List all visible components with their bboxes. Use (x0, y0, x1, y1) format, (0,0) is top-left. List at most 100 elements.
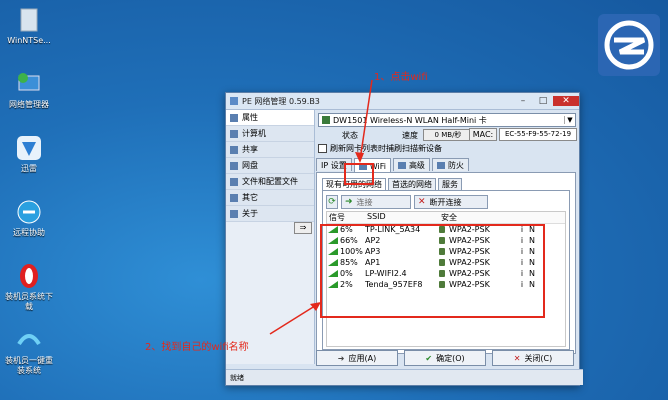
sidebar-item-label: 其它 (242, 193, 258, 202)
highlight-wifi-tab (344, 163, 374, 185)
thunder-icon (15, 134, 43, 162)
network-toolbar: ⟳ ➜ 连接 ✕ 断开连接 (326, 195, 491, 209)
apply-button[interactable]: ➜ 应用(A) (316, 350, 398, 366)
network-manager-icon (15, 70, 43, 98)
adapter-select-value: DW1501 Wireless-N WLAN Half-Mini 卡 (333, 115, 487, 125)
sidebar-item-about[interactable]: 关于 (226, 206, 314, 222)
desktop-icon-thunder[interactable]: 迅雷 (4, 134, 54, 174)
window-title: PE 网络管理 0.59.B3 (242, 96, 320, 106)
disconnect-button[interactable]: ✕ 断开连接 (414, 195, 488, 209)
desktop-icon-label: 迅雷 (21, 164, 37, 173)
table-header: 信号 SSID 安全 (327, 212, 565, 224)
chevron-down-icon: ▼ (564, 116, 575, 124)
column-header-mode (531, 212, 551, 223)
close-label: 关闭(C) (524, 353, 553, 363)
sidebar-item-netdisk[interactable]: 网盘 (226, 158, 314, 174)
close-window-button[interactable]: ✕ (553, 96, 579, 106)
share-icon (230, 145, 238, 154)
column-header-security: 安全 (441, 213, 457, 222)
computer-icon (230, 129, 238, 138)
tab-firewall[interactable]: 防火 (431, 158, 469, 171)
sidebar-item-label: 网盘 (242, 161, 258, 170)
tab-label: 防火 (447, 160, 464, 170)
adapter-select[interactable]: DW1501 Wireless-N WLAN Half-Mini 卡 ▼ (318, 113, 576, 127)
sidebar-collapse-button[interactable]: ⇒ (294, 222, 312, 234)
desktop-icon-network-manager[interactable]: 网络管理器 (4, 70, 54, 110)
network-adapter-icon (322, 116, 330, 124)
winntsetup-icon (15, 6, 43, 34)
sidebar-item-properties[interactable]: 属性 (226, 110, 314, 126)
about-icon (230, 209, 238, 218)
refresh-icon: ⟳ (328, 197, 336, 207)
check-icon: ✔ (425, 353, 433, 363)
sidebar-item-other[interactable]: 其它 (226, 190, 314, 206)
tab-label: 高级 (408, 160, 425, 170)
highlight-network-list (320, 224, 545, 318)
refresh-option[interactable]: 刷新网卡列表时捕刷扫描新设备 (318, 143, 442, 154)
desktop-icon-label: 远程协助 (13, 228, 45, 237)
sidebar-item-label: 属性 (242, 113, 258, 122)
files-icon (230, 177, 238, 186)
other-icon (230, 193, 238, 202)
desktop-icon-label: WinNTSe... (7, 36, 51, 45)
tab-label: IP 设置 (321, 160, 347, 170)
close-icon: ✕ (513, 353, 521, 363)
apply-label: 应用(A) (348, 353, 377, 363)
sidebar-item-share[interactable]: 共享 (226, 142, 314, 158)
sidebar-item-label: 文件和配置文件 (242, 177, 298, 186)
ok-button[interactable]: ✔ 确定(O) (404, 350, 486, 366)
remote-assist-icon (15, 198, 43, 226)
speed-value: 0 MB/秒 (423, 129, 473, 141)
minimize-button[interactable]: – (513, 96, 533, 106)
disconnect-label: 断开连接 (429, 197, 462, 207)
tab-advanced[interactable]: 高级 (392, 158, 430, 171)
properties-icon (230, 113, 238, 122)
dialog-buttons: ➜ 应用(A) ✔ 确定(O) ✕ 关闭(C) (316, 350, 578, 366)
annotation-step1: 1、点击wifi (374, 72, 428, 83)
sidebar-item-files-profiles[interactable]: 文件和配置文件 (226, 174, 314, 190)
speed-label: 速度 (402, 131, 418, 140)
mac-label: MAC: (469, 128, 497, 141)
netdisk-icon (230, 161, 238, 170)
desktop-icon-installer-onekey[interactable]: 装机员一键重装系统 (4, 326, 54, 376)
maximize-button[interactable]: □ (533, 96, 553, 106)
connect-button[interactable]: ➜ 连接 (341, 195, 411, 209)
desktop-icon-installer-download[interactable]: 装机员系统下载 (4, 262, 54, 312)
installer-download-icon (15, 262, 43, 290)
desktop-icon-label: 网络管理器 (9, 100, 49, 109)
advanced-icon (397, 161, 406, 169)
close-button[interactable]: ✕ 关闭(C) (492, 350, 574, 366)
tab-bar: IP 设置 WiFi 高级 防火 (316, 158, 471, 173)
firewall-icon (436, 161, 445, 169)
refresh-checkbox[interactable] (318, 144, 327, 153)
app-icon (230, 97, 238, 105)
brand-logo-icon (598, 14, 660, 76)
annotation-step2: 2、找到自己的wifi名称 (145, 342, 249, 353)
sidebar-item-computer[interactable]: 计算机 (226, 126, 314, 142)
desktop-icon-label: 装机员一键重装系统 (5, 356, 53, 375)
connect-label: 连接 (356, 197, 373, 207)
sidebar-item-label: 关于 (242, 209, 258, 218)
mac-value: EC-55-F9-55-72-19 (499, 128, 577, 141)
sidebar-item-label: 计算机 (242, 129, 266, 138)
status-label: 状态 (342, 131, 358, 140)
titlebar: PE 网络管理 0.59.B3 – □ ✕ (226, 93, 579, 110)
refresh-networks-button[interactable]: ⟳ (326, 195, 338, 209)
desktop-icon-winntsetup[interactable]: WinNTSe... (4, 6, 54, 46)
sidebar: 属性 计算机 共享 网盘 文件和配置文件 其它 关于 ⇒ (226, 110, 315, 364)
column-header-signal: 信号 (329, 213, 345, 222)
arrow-right-icon: ➜ (337, 353, 345, 363)
column-header-ssid: SSID (367, 212, 386, 221)
installer-onekey-icon (15, 326, 43, 354)
subtab-preferred-networks[interactable]: 首选的网络 (388, 178, 436, 190)
ok-label: 确定(O) (436, 353, 465, 363)
desktop-icon-remote-assist[interactable]: 远程协助 (4, 198, 54, 238)
arrow-right-icon: ➜ (345, 197, 353, 207)
status-bar: 就绪 (226, 369, 583, 385)
sidebar-item-label: 共享 (242, 145, 258, 154)
subtab-services[interactable]: 服务 (438, 178, 462, 190)
column-header-info (517, 212, 531, 223)
x-icon: ✕ (418, 197, 426, 207)
desktop-icon-label: 装机员系统下载 (5, 292, 53, 311)
refresh-checkbox-label: 刷新网卡列表时捕刷扫描新设备 (330, 144, 442, 153)
